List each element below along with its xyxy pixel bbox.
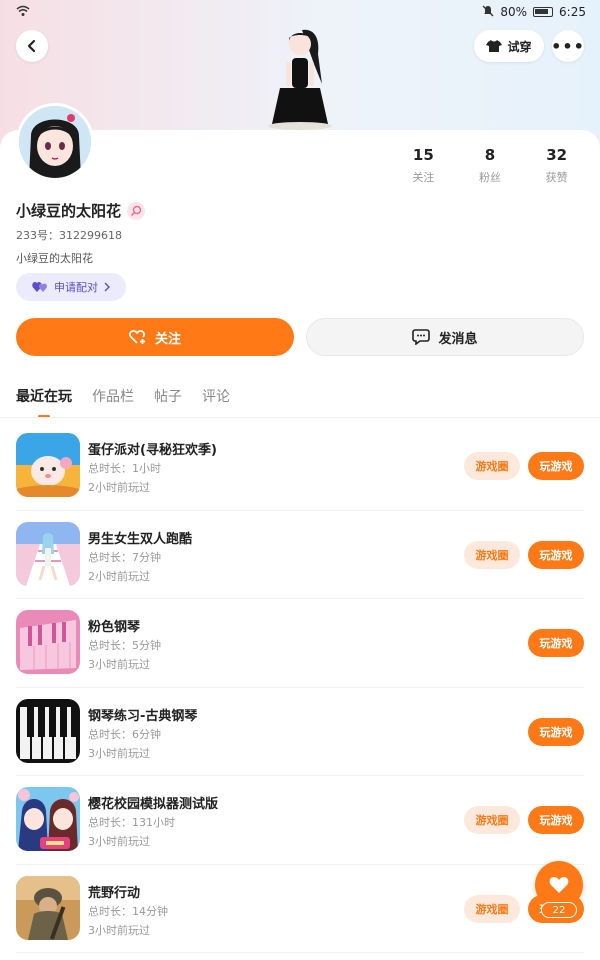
tab-posts[interactable]: 帖子 xyxy=(154,386,182,418)
battery-percent: 80% xyxy=(500,5,528,19)
clock: 6:25 xyxy=(559,5,586,19)
game-circle-button[interactable]: 游戏圈 xyxy=(464,540,520,569)
game-last-played: 3小时前玩过 xyxy=(88,658,150,671)
game-last-played: 2小时前玩过 xyxy=(88,569,150,583)
profile-stats: 15 关注 8 粉丝 32 获赞 xyxy=(390,146,590,185)
back-button[interactable] xyxy=(16,30,48,62)
status-bar: 80% 6:25 xyxy=(0,0,600,24)
recent-games-list: 蛋仔派对(寻秘狂欢季) 总时长：1小时 2小时前玩过 游戏圈 玩游戏 男生女生双… xyxy=(0,422,600,953)
chat-bubble-icon xyxy=(412,329,431,345)
stat-label: 粉丝 xyxy=(479,171,501,184)
send-message-button[interactable]: 发消息 xyxy=(306,318,584,356)
avatar-figure[interactable] xyxy=(262,24,338,132)
game-duration: 总时长：7分钟 xyxy=(88,550,161,564)
game-title: 樱花校园模拟器测试版 xyxy=(88,797,219,812)
game-last-played: 3小时前玩过 xyxy=(88,835,150,848)
knives-out-icon[interactable] xyxy=(16,875,80,940)
sakura-school-icon[interactable] xyxy=(16,787,80,851)
game-duration: 总时长：5分钟 xyxy=(88,639,161,652)
more-dots-icon: ••• xyxy=(551,36,585,56)
stat-number: 15 xyxy=(412,146,434,164)
stat-likes[interactable]: 32 获赞 xyxy=(523,146,590,185)
game-title: 蛋仔派对(寻秘狂欢季) xyxy=(88,443,217,458)
follow-label: 关注 xyxy=(154,331,181,347)
tab-comments[interactable]: 评论 xyxy=(202,386,230,418)
stat-number: 32 xyxy=(546,146,568,164)
try-on-button[interactable]: 试穿 xyxy=(474,30,544,62)
mute-icon xyxy=(482,5,494,20)
game-last-played: 3小时前玩过 xyxy=(88,746,150,760)
tab-works[interactable]: 作品栏 xyxy=(92,386,134,418)
game-row[interactable]: 粉色钢琴 总时长：5分钟 3小时前玩过 玩游戏 xyxy=(16,599,584,688)
tab-recently-played[interactable]: 最近在玩 xyxy=(16,386,72,418)
send-message-label: 发消息 xyxy=(438,331,478,347)
try-on-label: 试穿 xyxy=(507,39,532,54)
game-title: 男生女生双人跑酷 xyxy=(88,531,193,547)
apply-match-label: 申请配对 xyxy=(54,281,98,294)
heart-plus-icon xyxy=(129,330,145,344)
like-count-badge: 22 xyxy=(541,902,577,918)
heart-icon xyxy=(549,877,569,893)
follow-button[interactable]: 关注 xyxy=(16,318,294,356)
play-game-button[interactable]: 玩游戏 xyxy=(528,452,584,480)
wifi-icon xyxy=(16,5,30,20)
more-button[interactable]: ••• xyxy=(551,30,585,62)
game-last-played: 2小时前玩过 xyxy=(88,481,150,494)
piano-keys-icon[interactable] xyxy=(16,698,80,763)
game-circle-button[interactable]: 游戏圈 xyxy=(464,452,520,480)
avatar[interactable] xyxy=(16,103,94,181)
game-duration: 总时长：1小时 xyxy=(88,462,161,475)
user-bio: 小绿豆的太阳花 xyxy=(16,252,93,265)
stat-label: 获赞 xyxy=(545,171,568,184)
game-row[interactable]: 蛋仔派对(寻秘狂欢季) 总时长：1小时 2小时前玩过 游戏圈 玩游戏 xyxy=(16,422,584,511)
game-row[interactable]: 钢琴练习-古典钢琴 总时长：6分钟 3小时前玩过 玩游戏 xyxy=(16,688,584,776)
game-last-played: 3小时前玩过 xyxy=(88,923,150,937)
runner-icon[interactable] xyxy=(16,521,80,586)
play-game-button[interactable]: 玩游戏 xyxy=(528,717,584,746)
game-circle-button[interactable]: 游戏圈 xyxy=(464,894,520,923)
tab-divider xyxy=(0,417,600,418)
game-circle-button[interactable]: 游戏圈 xyxy=(464,806,520,834)
shirt-icon xyxy=(486,40,503,52)
game-duration: 总时长：131小时 xyxy=(88,816,175,829)
chevron-left-icon xyxy=(27,39,36,53)
apply-match-button[interactable]: 申请配对 xyxy=(16,273,126,301)
stat-fans[interactable]: 8 粉丝 xyxy=(457,146,524,185)
game-duration: 总时长：14分钟 xyxy=(88,904,168,918)
eggy-party-icon[interactable] xyxy=(16,433,80,497)
profile-tabs: 最近在玩 作品栏 帖子 评论 xyxy=(16,386,230,418)
user-id: 233号：312299618 xyxy=(16,229,122,242)
username: 小绿豆的太阳花 xyxy=(16,202,122,220)
game-title: 钢琴练习-古典钢琴 xyxy=(88,708,198,724)
game-duration: 总时长：6分钟 xyxy=(88,727,161,741)
lollipop-badge-icon[interactable] xyxy=(127,201,146,220)
play-game-button[interactable]: 玩游戏 xyxy=(528,540,584,569)
game-title: 荒野行动 xyxy=(88,885,141,901)
stat-label: 关注 xyxy=(412,171,435,184)
game-title: 粉色钢琴 xyxy=(88,620,141,635)
pink-piano-icon[interactable] xyxy=(16,610,80,674)
heart-pair-icon xyxy=(32,282,47,292)
game-row[interactable]: 男生女生双人跑酷 总时长：7分钟 2小时前玩过 游戏圈 玩游戏 xyxy=(16,511,584,599)
username-row: 小绿豆的太阳花 xyxy=(16,200,146,221)
battery-icon xyxy=(533,7,554,17)
play-game-button[interactable]: 玩游戏 xyxy=(528,629,584,657)
chevron-right-icon xyxy=(104,282,110,292)
play-game-button[interactable]: 玩游戏 xyxy=(528,806,584,834)
stat-number: 8 xyxy=(484,146,496,164)
stat-following[interactable]: 15 关注 xyxy=(390,146,457,185)
game-row[interactable]: 荒野行动 总时长：14分钟 3小时前玩过 游戏圈 玩游戏 xyxy=(16,865,584,953)
game-row[interactable]: 樱花校园模拟器测试版 总时长：131小时 3小时前玩过 游戏圈 玩游戏 xyxy=(16,776,584,865)
